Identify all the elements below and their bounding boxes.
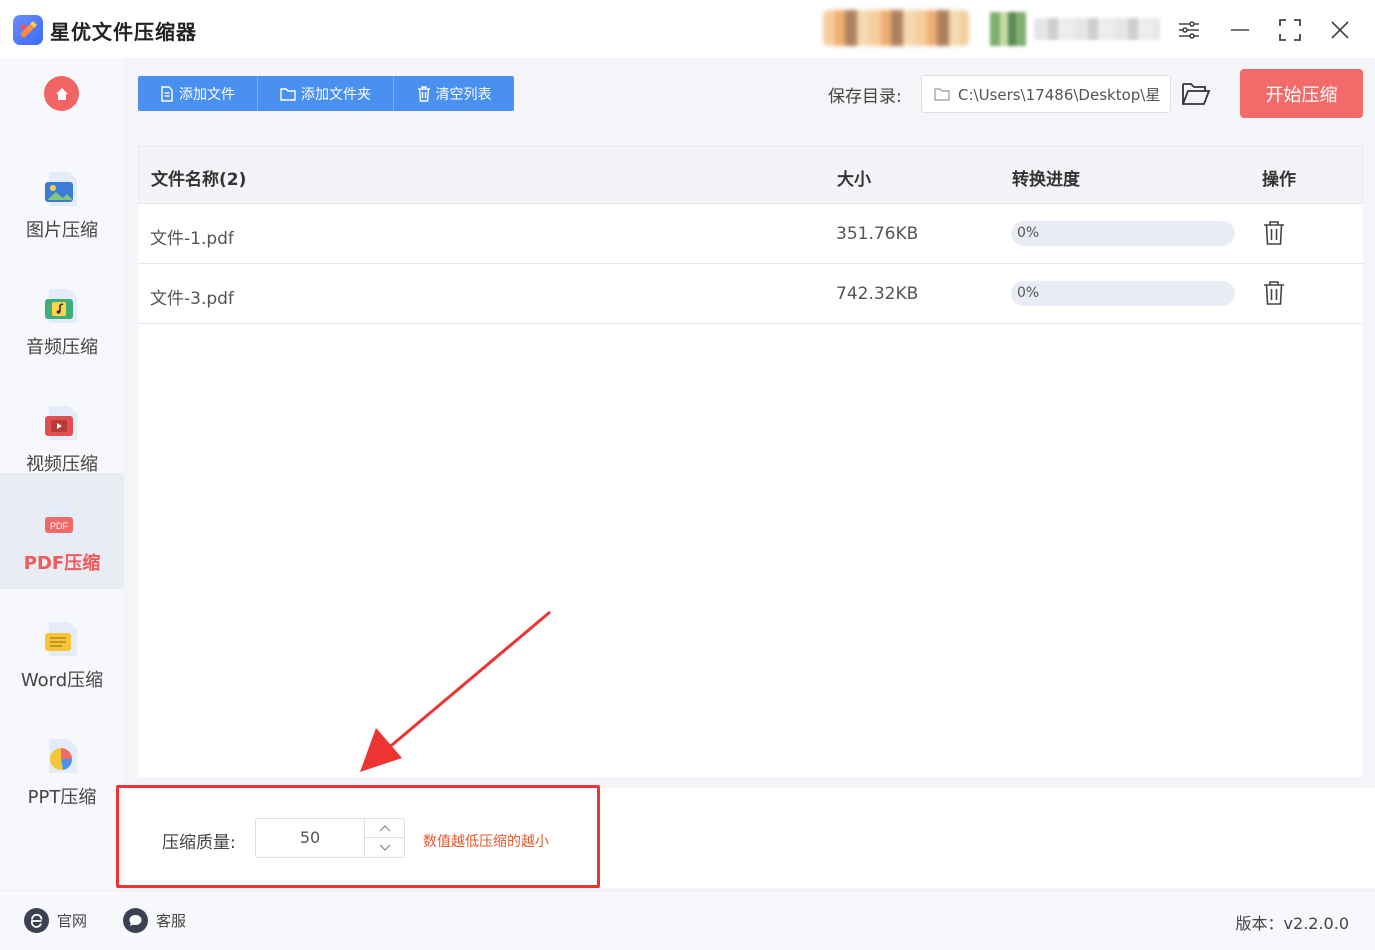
progress-bar: 0%: [1011, 221, 1235, 246]
progress-text: 0%: [1017, 285, 1040, 301]
column-header-size: 大小: [837, 170, 871, 190]
sidebar-item-label: 图片压缩: [26, 220, 98, 241]
column-header-progress: 转换进度: [1012, 170, 1080, 190]
sidebar-item-label: Word压缩: [20, 670, 104, 691]
footer: 官网 客服 版本：v2.2.0.0: [0, 890, 1375, 950]
support-label: 客服: [156, 912, 187, 930]
sidebar-item-ppt[interactable]: PPT压缩: [0, 707, 124, 823]
close-icon[interactable]: [1324, 14, 1356, 46]
column-header-name: 文件名称(2): [151, 170, 247, 190]
save-directory-input[interactable]: C:\Users\17486\Desktop\星: [921, 75, 1171, 113]
open-folder-icon[interactable]: [1181, 80, 1211, 108]
sidebar-item-label: PPT压缩: [27, 787, 97, 808]
sidebar: 图片压缩 音频压缩 视频压缩 PDF PDF压缩 Word压缩 PPT压缩: [0, 58, 124, 890]
add-file-label: 添加文件: [179, 86, 235, 103]
video-icon: [45, 406, 77, 440]
word-icon: [45, 622, 77, 656]
chat-icon: [123, 908, 148, 933]
svg-text:PDF: PDF: [50, 521, 69, 531]
add-file-button[interactable]: 添加文件: [138, 76, 258, 111]
title-bar: 星优文件压缩器: [0, 0, 1375, 58]
version-text: 版本：v2.2.0.0: [1235, 914, 1349, 933]
home-button[interactable]: [44, 76, 79, 111]
file-name: 文件-1.pdf: [150, 229, 234, 249]
blurred-user-avatar: [823, 10, 969, 46]
table-row[interactable]: 文件-1.pdf 351.76KB 0%: [138, 204, 1363, 264]
save-directory-path: C:\Users\17486\Desktop\星: [958, 85, 1161, 104]
folder-icon: [280, 87, 296, 101]
delete-icon[interactable]: [1262, 280, 1286, 306]
save-directory-label: 保存目录:: [828, 87, 902, 107]
file-button-group: 添加文件 添加文件夹 清空列表: [138, 76, 514, 111]
blurred-user-icon: [990, 12, 1026, 46]
ppt-icon: [49, 739, 77, 773]
add-folder-button[interactable]: 添加文件夹: [258, 76, 394, 111]
pdf-icon: PDF: [45, 505, 77, 539]
home-icon: [55, 87, 68, 100]
website-label: 官网: [57, 912, 88, 930]
file-icon: [161, 85, 173, 102]
delete-icon[interactable]: [1262, 220, 1286, 246]
add-folder-label: 添加文件夹: [301, 86, 371, 103]
progress-bar: 0%: [1011, 281, 1235, 306]
column-header-action: 操作: [1262, 170, 1296, 190]
image-icon: [45, 172, 77, 206]
app-title: 星优文件压缩器: [50, 20, 197, 44]
sidebar-item-image[interactable]: 图片压缩: [0, 140, 124, 256]
app-logo: [13, 15, 43, 45]
folder-icon: [934, 88, 950, 101]
clear-list-button[interactable]: 清空列表: [394, 76, 514, 111]
highlight-annotation-box: [116, 785, 600, 888]
sidebar-item-label: 音频压缩: [26, 337, 98, 358]
blurred-user-name: [1034, 18, 1160, 40]
file-name: 文件-3.pdf: [150, 289, 234, 309]
settings-icon[interactable]: [1173, 14, 1205, 46]
start-compress-button[interactable]: 开始压缩: [1240, 69, 1363, 118]
table-header: 文件名称(2) 大小 转换进度 操作: [138, 146, 1363, 204]
sidebar-item-word[interactable]: Word压缩: [0, 590, 124, 706]
sidebar-item-audio[interactable]: 音频压缩: [0, 257, 124, 373]
table-row[interactable]: 文件-3.pdf 742.32KB 0%: [138, 264, 1363, 324]
trash-icon: [417, 85, 430, 102]
sidebar-item-pdf[interactable]: PDF PDF压缩: [0, 473, 124, 589]
support-link[interactable]: 客服: [123, 908, 186, 933]
progress-text: 0%: [1017, 225, 1040, 241]
file-table: 文件名称(2) 大小 转换进度 操作 文件-1.pdf 351.76KB 0% …: [138, 146, 1363, 777]
maximize-icon[interactable]: [1274, 14, 1306, 46]
browser-icon: [24, 908, 49, 933]
file-size: 742.32KB: [836, 284, 919, 304]
audio-icon: [45, 289, 77, 323]
minimize-icon[interactable]: [1224, 14, 1256, 46]
annotation-arrow: [360, 610, 551, 772]
sidebar-item-label: PDF压缩: [23, 553, 101, 574]
clear-list-label: 清空列表: [435, 86, 492, 103]
website-link[interactable]: 官网: [24, 908, 87, 933]
file-size: 351.76KB: [836, 224, 919, 244]
